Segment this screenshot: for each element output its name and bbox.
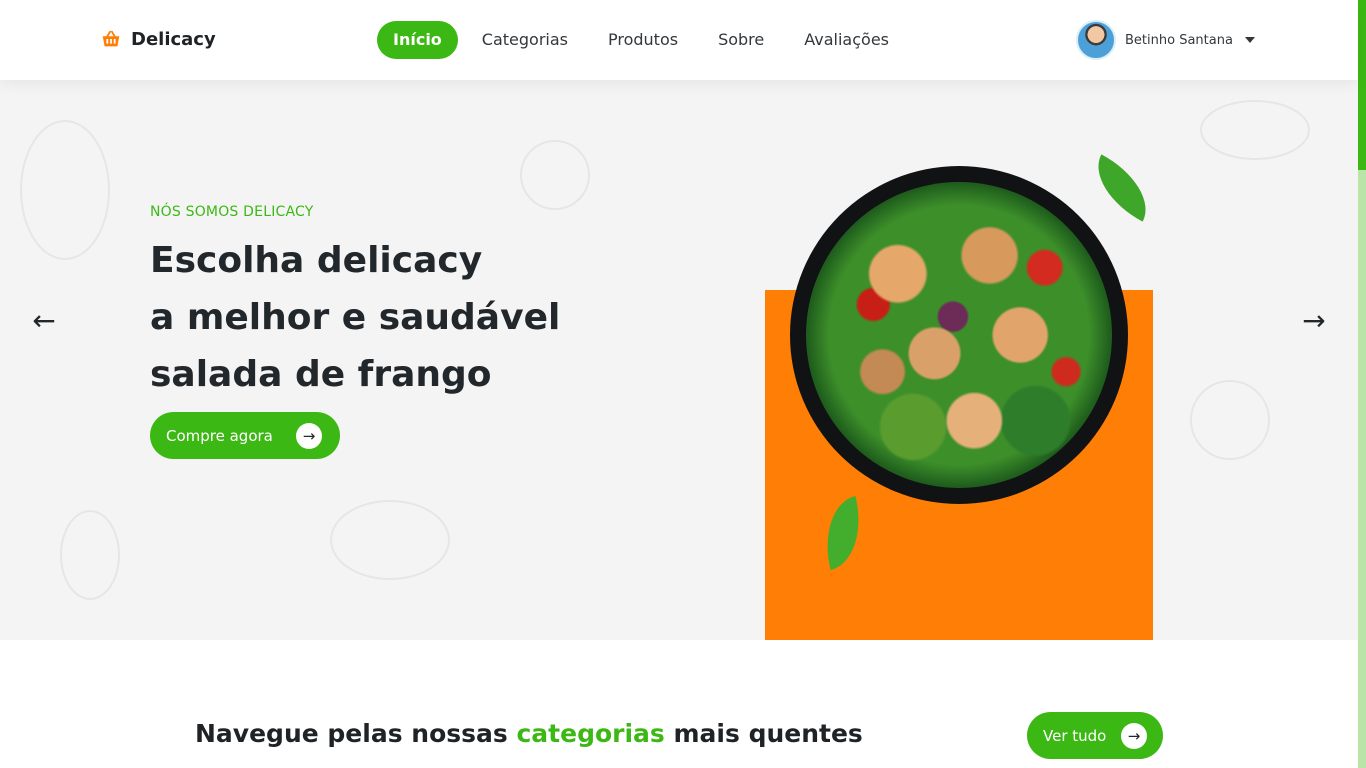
hero-banner: NÓS SOMOS DELICACY Escolha delicacy a me… [0, 80, 1358, 640]
chicken-salad-image [806, 182, 1112, 488]
arrow-right-icon: → [296, 423, 322, 449]
decorative-doodle [60, 510, 120, 600]
categories-heading-prefix: Navegue pelas nossas [195, 719, 517, 748]
slider-prev-arrow-icon[interactable]: ← [26, 302, 62, 338]
decorative-doodle [20, 120, 110, 260]
nav-item-sobre[interactable]: Sobre [702, 21, 780, 59]
hero-headline-line: a melhor e saudável [150, 297, 561, 338]
avatar[interactable] [1076, 20, 1116, 60]
categories-heading: Navegue pelas nossas categorias mais que… [195, 719, 863, 748]
hero-headline-line: Escolha delicacy [150, 240, 483, 281]
nav-item-categorias[interactable]: Categorias [466, 21, 584, 59]
slider-next-arrow-icon[interactable]: → [1296, 302, 1332, 338]
hero-headline-line: salada de frango [150, 354, 492, 395]
scrollbar-track-fill [1358, 170, 1366, 768]
categories-heading-suffix: mais quentes [664, 719, 863, 748]
hero-eyebrow: NÓS SOMOS DELICACY [150, 204, 314, 220]
hero-headline: Escolha delicacy a melhor e saudável sal… [150, 232, 560, 403]
nav-item-avaliacoes[interactable]: Avaliações [788, 21, 905, 59]
scrollbar-thumb[interactable] [1358, 0, 1366, 170]
main-nav: Início Categorias Produtos Sobre Avaliaç… [377, 21, 913, 59]
user-menu[interactable]: Betinho Santana [1076, 20, 1255, 60]
arrow-right-icon: → [1121, 723, 1147, 749]
see-all-button[interactable]: Ver tudo → [1027, 712, 1163, 759]
brand-logo[interactable]: Delicacy [100, 28, 216, 50]
decorative-doodle [1200, 100, 1310, 160]
leaf-icon [1082, 154, 1162, 222]
user-name: Betinho Santana [1125, 32, 1233, 48]
decorative-doodle [520, 140, 590, 210]
buy-now-button[interactable]: Compre agora → [150, 412, 340, 459]
see-all-label: Ver tudo [1043, 726, 1107, 745]
nav-item-produtos[interactable]: Produtos [592, 21, 694, 59]
buy-now-label: Compre agora [166, 426, 273, 445]
site-header: Delicacy Início Categorias Produtos Sobr… [0, 0, 1358, 80]
brand-name: Delicacy [131, 28, 216, 50]
basket-icon [102, 30, 120, 47]
decorative-doodle [1190, 380, 1270, 460]
nav-item-inicio[interactable]: Início [377, 21, 458, 59]
categories-heading-highlight: categorias [516, 719, 665, 748]
decorative-doodle [330, 500, 450, 580]
caret-down-icon[interactable] [1244, 37, 1255, 43]
